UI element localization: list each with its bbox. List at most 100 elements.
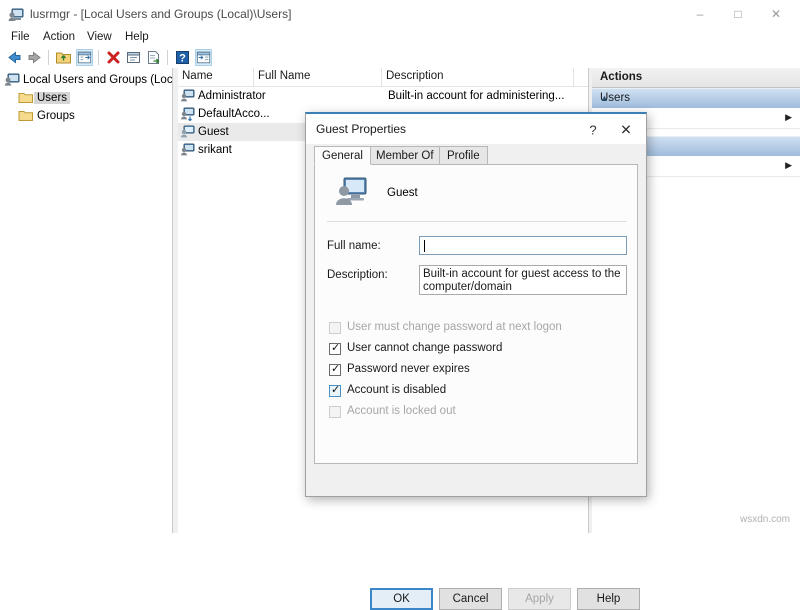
toolbar-separator-2 xyxy=(98,50,99,65)
menu-item-file[interactable]: File xyxy=(6,30,35,44)
guest-properties-dialog: Guest Properties ? ✕ General Member Of P… xyxy=(305,112,647,610)
checkbox-box[interactable]: ✓ xyxy=(329,384,341,397)
watermark: wsxdn.com xyxy=(739,514,790,525)
chevron-up-icon[interactable]: ▲ xyxy=(600,93,794,103)
column-header-description[interactable]: Description xyxy=(386,70,444,82)
check-icon: ✓ xyxy=(331,363,341,375)
computer-users-icon xyxy=(8,7,24,23)
maximize-button[interactable]: □ xyxy=(720,0,756,28)
actions-pane-header: Actions xyxy=(592,68,800,88)
checkbox-label: User must change password at next logon xyxy=(347,321,562,333)
menu-item-view[interactable]: View xyxy=(82,30,117,44)
checkbox-box xyxy=(329,406,341,418)
tree-item-users-label: Users xyxy=(34,91,71,104)
list-header: Name Full Name Description xyxy=(178,68,588,87)
forward-icon[interactable] xyxy=(26,49,43,66)
folder-icon xyxy=(18,91,34,104)
dialog-help-button[interactable]: ? xyxy=(582,120,604,140)
user-description: Built-in account for administering... xyxy=(388,90,565,102)
user-name: Administrator xyxy=(198,90,266,102)
toolbar: ? xyxy=(0,47,800,69)
tree-item-users[interactable]: Users xyxy=(18,89,71,106)
chevron-right-icon: ▶ xyxy=(785,160,792,170)
table-row[interactable]: Administrator Built-in account for admin… xyxy=(178,87,588,105)
checkbox-box[interactable]: ✓ xyxy=(329,363,341,376)
toolbar-separator-3 xyxy=(167,50,168,65)
up-one-level-icon[interactable] xyxy=(55,49,72,66)
user-name: DefaultAcco... xyxy=(198,108,270,120)
menu-bar: File Action View Help xyxy=(0,28,800,47)
actions-pane-title: Actions xyxy=(600,71,643,83)
tab-member-of[interactable]: Member Of xyxy=(368,146,442,165)
folder-icon xyxy=(18,109,34,122)
menu-item-help[interactable]: Help xyxy=(120,30,154,44)
help-icon[interactable]: ? xyxy=(174,49,191,66)
dialog-title: Guest Properties xyxy=(316,122,407,136)
tree-item-groups-label: Groups xyxy=(37,109,75,122)
question-mark-icon: ? xyxy=(589,122,597,138)
checkbox-label[interactable]: User cannot change password xyxy=(347,342,502,354)
properties-icon[interactable] xyxy=(125,49,142,66)
tab-panel-general: Guest Full name: Description: Built-in a… xyxy=(314,164,638,464)
tree-item-groups[interactable]: Groups xyxy=(18,107,78,124)
divider xyxy=(327,221,627,222)
checkbox-box xyxy=(329,322,341,334)
window-title: lusrmgr - [Local Users and Groups (Local… xyxy=(30,7,292,21)
user-account-icon xyxy=(180,143,195,157)
ok-button[interactable]: OK xyxy=(370,588,433,610)
cancel-button[interactable]: Cancel xyxy=(439,588,502,610)
user-account-icon xyxy=(180,125,195,139)
minimize-button[interactable]: – xyxy=(682,0,718,28)
user-name: Guest xyxy=(198,126,229,138)
dialog-close-button[interactable]: ✕ xyxy=(614,120,638,140)
description-input[interactable]: Built-in account for guest access to the… xyxy=(419,265,627,295)
user-account-icon xyxy=(180,107,195,122)
checkbox-box[interactable]: ✓ xyxy=(329,342,341,355)
text-caret xyxy=(424,240,425,252)
svg-text:?: ? xyxy=(179,53,186,65)
export-list-icon[interactable] xyxy=(145,49,162,66)
toolbar-separator-1 xyxy=(48,50,49,65)
show-hide-action-pane-icon[interactable] xyxy=(195,49,212,66)
tab-general[interactable]: General xyxy=(314,146,371,165)
description-label: Description: xyxy=(327,269,388,281)
checkbox-label: Account is locked out xyxy=(347,405,456,417)
full-name-label: Full name: xyxy=(327,240,381,252)
description-value: Built-in account for guest access to the… xyxy=(423,268,621,293)
checkbox-label[interactable]: Account is disabled xyxy=(347,384,446,396)
tree-item-root[interactable]: Local Users and Groups (Local) xyxy=(4,71,188,88)
close-button[interactable]: ✕ xyxy=(758,0,794,28)
minimize-icon: – xyxy=(696,7,704,21)
tab-profile[interactable]: Profile xyxy=(439,146,488,165)
show-hide-console-tree-icon[interactable] xyxy=(76,49,93,66)
apply-button: Apply xyxy=(508,588,571,610)
full-name-input[interactable] xyxy=(419,236,627,255)
maximize-icon: □ xyxy=(734,7,742,21)
tree-item-root-label: Local Users and Groups (Local) xyxy=(23,73,186,86)
dialog-tabstrip: General Member Of Profile xyxy=(314,146,638,165)
checkbox-label[interactable]: Password never expires xyxy=(347,363,470,375)
account-header: Guest xyxy=(335,177,625,217)
user-name: srikant xyxy=(198,144,232,156)
column-divider-1[interactable] xyxy=(253,68,254,86)
check-icon: ✓ xyxy=(331,384,341,396)
column-header-name[interactable]: Name xyxy=(182,70,213,82)
actions-section-users[interactable]: Users ▲ xyxy=(592,88,800,109)
chevron-right-icon: ▶ xyxy=(785,112,792,122)
account-name: Guest xyxy=(387,187,418,199)
delete-icon[interactable] xyxy=(105,49,122,66)
computer-users-icon xyxy=(4,73,20,87)
menu-item-action[interactable]: Action xyxy=(38,30,80,44)
column-header-full-name[interactable]: Full Name xyxy=(258,70,310,82)
column-divider-2[interactable] xyxy=(381,68,382,86)
user-account-icon xyxy=(180,89,195,103)
help-button[interactable]: Help xyxy=(577,588,640,610)
console-tree-pane: Local Users and Groups (Local) Users Gro… xyxy=(0,68,185,533)
column-divider-3[interactable] xyxy=(573,68,574,86)
lusrmgr-window: lusrmgr - [Local Users and Groups (Local… xyxy=(0,0,800,610)
close-icon: ✕ xyxy=(620,121,632,138)
check-icon: ✓ xyxy=(331,342,341,354)
back-icon[interactable] xyxy=(6,49,23,66)
window-title-bar: lusrmgr - [Local Users and Groups (Local… xyxy=(0,0,800,30)
user-account-icon xyxy=(335,177,367,207)
